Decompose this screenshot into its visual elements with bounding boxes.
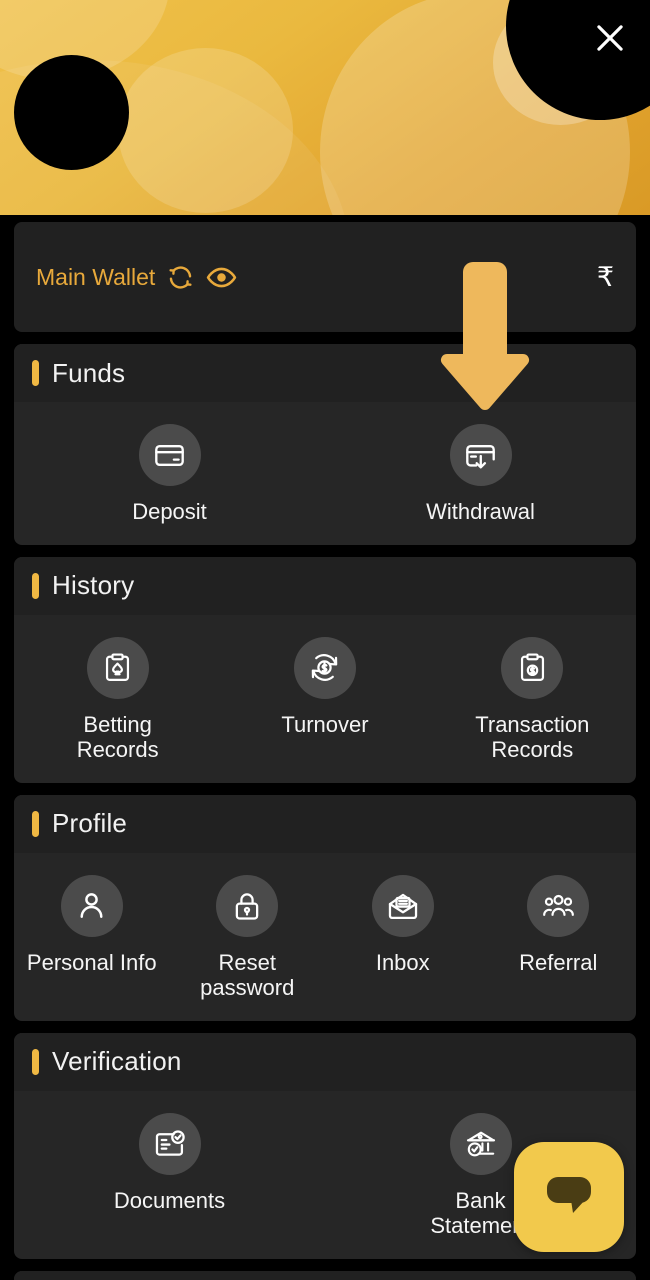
tile-label: Personal Info — [26, 949, 157, 975]
close-button[interactable] — [584, 12, 636, 64]
tile-reset-password[interactable]: Reset password — [170, 874, 326, 1001]
tile-label: Documents — [113, 1187, 226, 1213]
accent-bar — [32, 810, 39, 837]
card-download-icon — [449, 424, 512, 486]
credit-card-icon — [138, 424, 201, 486]
refresh-dollar-icon — [293, 636, 356, 699]
close-icon — [591, 19, 629, 57]
eye-icon[interactable] — [206, 262, 237, 293]
section-funds: Funds Deposit Withdrawal — [14, 344, 636, 545]
tile-grid: Deposit Withdrawal — [14, 402, 636, 545]
tile-grid: Personal Info Reset password Inbox Refer… — [14, 853, 636, 1021]
section-header: Verification — [14, 1032, 636, 1091]
accent-bar — [32, 572, 39, 599]
wallet-label: Main Wallet — [36, 263, 156, 290]
section-header: History — [14, 556, 636, 615]
section-history: History Betting Records Turnover Transac… — [14, 556, 636, 783]
tile-turnover[interactable]: Turnover — [221, 636, 428, 763]
tile-withdrawal[interactable]: Withdrawal — [325, 424, 636, 525]
tile-label: Betting Records — [76, 711, 159, 763]
envelope-open-icon — [371, 874, 434, 937]
tile-label: Turnover — [281, 711, 369, 737]
main-wallet-card[interactable]: Main Wallet ₹ — [14, 222, 636, 332]
banner-blob — [118, 48, 293, 213]
tile-grid: Betting Records Turnover Transaction Rec… — [14, 615, 636, 783]
promo-banner — [0, 0, 650, 215]
avatar-placeholder — [14, 55, 129, 170]
tile-label: Deposit — [132, 499, 207, 524]
tile-referral[interactable]: Referral — [481, 874, 637, 1001]
tile-transaction-records[interactable]: Transaction Records — [429, 636, 636, 763]
section-header: Funds — [14, 344, 636, 402]
clipboard-spade-icon — [86, 636, 149, 699]
accent-bar — [32, 360, 39, 386]
section-contact: Contact Us — [14, 1270, 636, 1280]
section-title: Verification — [52, 1046, 182, 1077]
accent-bar — [32, 1048, 39, 1075]
wallet-left-group: Main Wallet — [36, 262, 237, 293]
tile-inbox[interactable]: Inbox — [325, 874, 481, 1001]
tile-label: Transaction Records — [475, 711, 590, 763]
section-profile: Profile Personal Info Reset password Inb… — [14, 794, 636, 1021]
section-title: Funds — [52, 357, 126, 388]
tile-label: Inbox — [375, 949, 430, 975]
id-card-check-icon — [138, 1112, 201, 1175]
tile-personal-info[interactable]: Personal Info — [14, 874, 170, 1001]
clipboard-dollar-icon — [501, 636, 564, 699]
tile-betting-records[interactable]: Betting Records — [14, 636, 221, 763]
section-title: History — [52, 570, 135, 601]
tile-deposit[interactable]: Deposit — [14, 424, 325, 525]
lock-icon — [216, 874, 279, 937]
tile-label: Withdrawal — [426, 499, 535, 524]
section-header: Contact Us — [14, 1270, 636, 1280]
user-icon — [60, 874, 123, 937]
section-title: Profile — [52, 808, 128, 839]
currency-symbol: ₹ — [596, 261, 614, 292]
tile-label: Reset password — [200, 949, 295, 1001]
account-menu-screen: Main Wallet ₹ Funds Deposit Withdrawal H… — [0, 0, 650, 1280]
section-header: Profile — [14, 794, 636, 853]
users-group-icon — [527, 874, 590, 937]
refresh-icon[interactable] — [167, 264, 194, 291]
chat-bubble-icon — [541, 1169, 597, 1226]
wallet-balance-group: ₹ — [597, 262, 614, 293]
tile-documents[interactable]: Documents — [14, 1112, 325, 1239]
chat-support-button[interactable] — [514, 1142, 624, 1252]
bank-check-icon — [449, 1112, 512, 1175]
tile-label: Referral — [519, 949, 598, 975]
